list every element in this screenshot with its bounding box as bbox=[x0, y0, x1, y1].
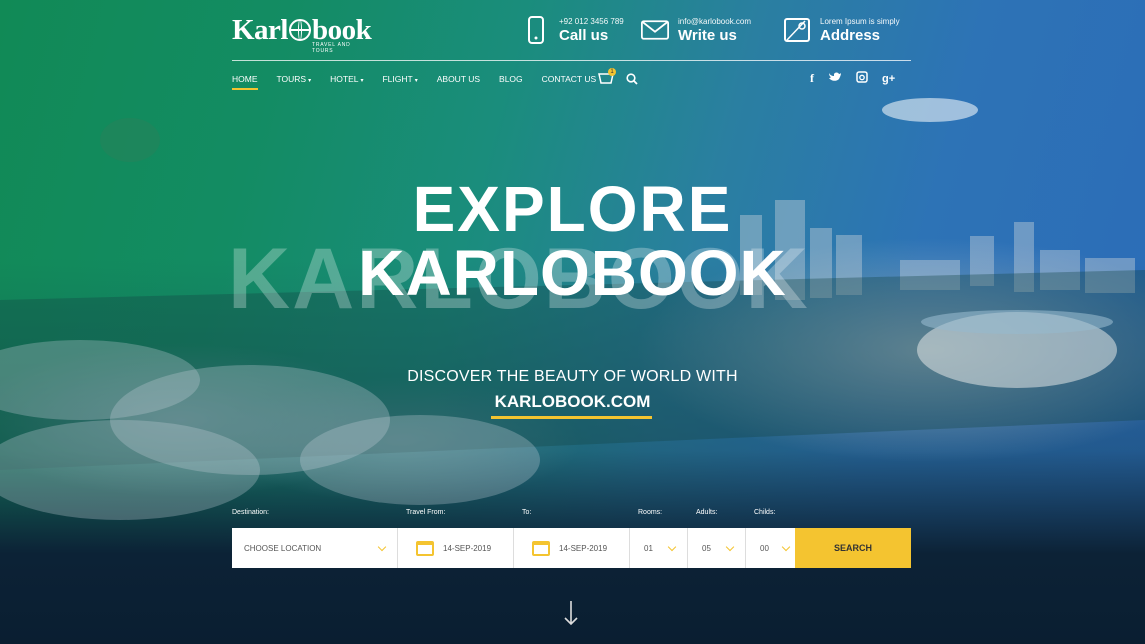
cart-badge: 1 bbox=[608, 68, 616, 76]
nav-contact[interactable]: CONTACT US bbox=[542, 74, 596, 84]
travel-from-value: 14-SEP-2019 bbox=[443, 543, 492, 553]
address-label: Address bbox=[820, 26, 881, 44]
rooms-value: 01 bbox=[644, 543, 653, 553]
hero-subtitle: DISCOVER THE BEAUTY OF WORLD WITH bbox=[407, 368, 738, 385]
map-icon bbox=[783, 16, 811, 44]
nav-about[interactable]: ABOUT US bbox=[437, 74, 480, 84]
phone-number: +92 012 3456 789 bbox=[559, 16, 624, 26]
nav-hotel[interactable]: HOTEL ▾ bbox=[330, 74, 363, 84]
adults-value: 05 bbox=[702, 543, 711, 553]
social-links: f g+ bbox=[810, 71, 895, 86]
search-icon bbox=[626, 72, 638, 85]
header-divider bbox=[232, 60, 911, 61]
contact-address[interactable]: Lorem Ipsum is simply Address bbox=[783, 16, 900, 44]
chevron-down-icon bbox=[377, 542, 387, 552]
nav-hotel-label: HOTEL bbox=[330, 74, 359, 84]
hero-title-line2: KARLOBOOK bbox=[358, 237, 787, 309]
nav-flight-label: FLIGHT bbox=[382, 74, 413, 84]
hero-underline bbox=[491, 416, 652, 419]
rooms-select[interactable]: 01 bbox=[630, 528, 688, 568]
nav-tours[interactable]: TOURS ▾ bbox=[277, 74, 312, 84]
destination-value: CHOOSE LOCATION bbox=[244, 543, 322, 553]
logo-text-left: Karl bbox=[232, 14, 289, 46]
write-us-label: Write us bbox=[678, 26, 737, 44]
site-logo[interactable]: Karl book TRAVEL AND TOURS bbox=[232, 14, 372, 54]
nav-contact-label: CONTACT US bbox=[541, 74, 597, 84]
chevron-down-icon: ▾ bbox=[414, 78, 418, 84]
instagram-icon[interactable] bbox=[856, 71, 868, 86]
phone-icon bbox=[522, 16, 550, 44]
travel-to-label: To: bbox=[522, 509, 532, 516]
nav-blog-label: BLOG bbox=[499, 74, 523, 84]
hero-title-line1: EXPLORE bbox=[412, 173, 733, 245]
travel-from-label: Travel From: bbox=[406, 509, 446, 516]
logo-tagline: TRAVEL AND TOURS bbox=[312, 42, 351, 54]
chevron-down-icon bbox=[725, 542, 735, 552]
childs-select[interactable]: 00 bbox=[746, 528, 795, 568]
nav-flight[interactable]: FLIGHT ▾ bbox=[382, 74, 417, 84]
chevron-down-icon bbox=[667, 542, 677, 552]
search-submit-button[interactable]: SEARCH bbox=[795, 528, 911, 568]
facebook-icon[interactable]: f bbox=[810, 71, 814, 86]
childs-label: Childs: bbox=[754, 509, 776, 516]
nav-tours-label: TOURS bbox=[276, 74, 307, 84]
adults-select[interactable]: 05 bbox=[688, 528, 746, 568]
call-us-label: Call us bbox=[559, 26, 609, 44]
nav-tools: 1 bbox=[598, 68, 638, 90]
rooms-label: Rooms: bbox=[638, 509, 663, 516]
nav-about-label: ABOUT US bbox=[436, 74, 481, 84]
calendar-icon bbox=[532, 540, 550, 556]
hero-site-link[interactable]: KARLOBOOK.COM bbox=[0, 392, 1145, 412]
childs-value: 00 bbox=[760, 543, 769, 553]
nav-home-label: HOME bbox=[232, 74, 258, 84]
google-plus-icon[interactable]: g+ bbox=[882, 73, 895, 85]
mail-icon bbox=[641, 16, 669, 44]
main-nav: HOME TOURS ▾ HOTEL ▾ FLIGHT ▾ ABOUT US BLOG… bbox=[232, 74, 615, 90]
chevron-down-icon: ▾ bbox=[308, 78, 312, 84]
chevron-down-icon: ▾ bbox=[360, 78, 364, 84]
contact-email[interactable]: info@karlobook.com Write us bbox=[641, 16, 751, 44]
address-text: Lorem Ipsum is simply bbox=[820, 16, 900, 26]
destination-label: Destination: bbox=[232, 509, 269, 516]
chevron-down-icon bbox=[781, 542, 791, 552]
travel-to-date[interactable]: 14-SEP-2019 bbox=[514, 528, 630, 568]
travel-from-date[interactable]: 14-SEP-2019 bbox=[398, 528, 514, 568]
destination-select[interactable]: CHOOSE LOCATION bbox=[232, 528, 398, 568]
globe-icon bbox=[289, 19, 311, 41]
adults-label: Adults: bbox=[696, 509, 718, 516]
email-address: info@karlobook.com bbox=[678, 16, 752, 26]
scroll-down-arrow-icon[interactable] bbox=[563, 600, 579, 631]
search-button[interactable] bbox=[626, 72, 638, 90]
contact-call[interactable]: +92 012 3456 789 Call us bbox=[522, 16, 624, 44]
twitter-icon[interactable] bbox=[828, 71, 842, 86]
nav-home[interactable]: HOME bbox=[232, 74, 258, 90]
travel-to-value: 14-SEP-2019 bbox=[559, 543, 608, 553]
cart-button[interactable]: 1 bbox=[598, 68, 616, 90]
search-bar: CHOOSE LOCATION 14-SEP-2019 14-SEP-2019 … bbox=[232, 528, 911, 568]
calendar-icon bbox=[416, 540, 434, 556]
nav-blog[interactable]: BLOG bbox=[499, 74, 523, 84]
